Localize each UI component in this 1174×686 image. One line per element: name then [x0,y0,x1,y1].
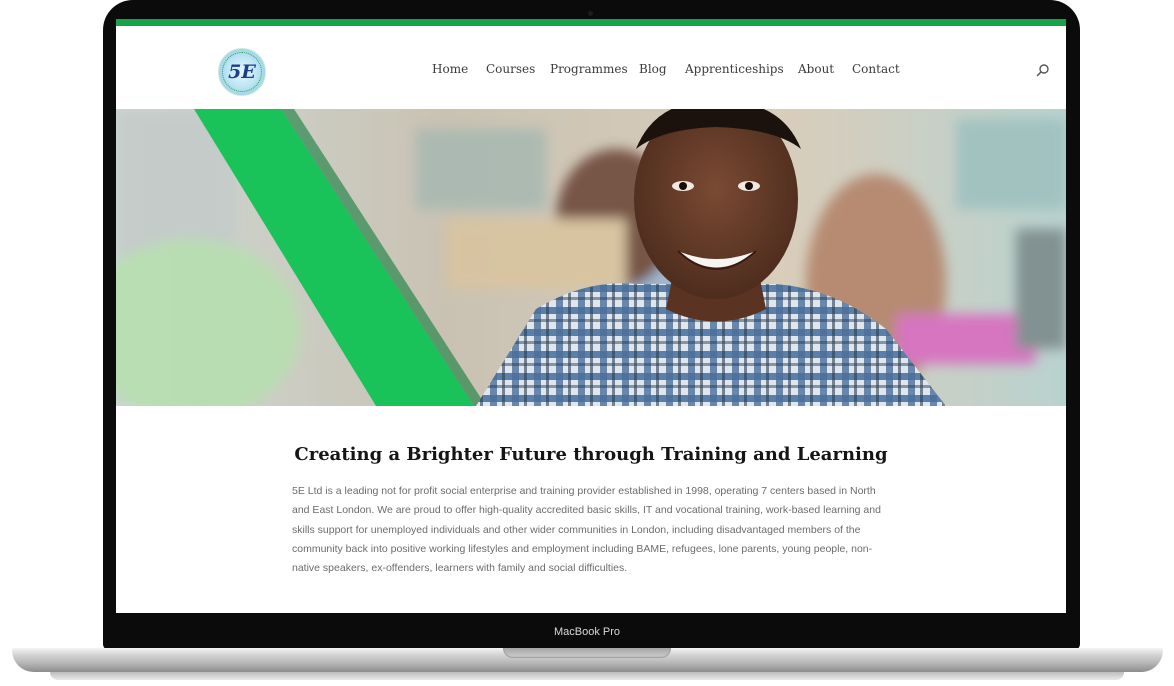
hero-banner [116,109,1066,406]
browser-screen: 5E Home Courses Programmes Blog Apprenti… [116,19,1066,613]
laptop-base-shadow [50,672,1124,680]
laptop-notch [503,648,671,658]
nav-blog[interactable]: Blog [639,62,667,76]
site-header: 5E Home Courses Programmes Blog Apprenti… [116,26,1066,109]
camera-dot [588,11,593,16]
device-label: MacBook Pro [553,626,621,638]
nav-courses[interactable]: Courses [486,62,535,76]
search-icon[interactable] [1036,63,1050,77]
nav-programmes[interactable]: Programmes [550,62,628,76]
logo-text: 5E [228,61,256,83]
site-logo[interactable]: 5E [218,48,266,96]
nav-contact[interactable]: Contact [852,62,900,76]
hero-image [116,109,1066,406]
nav-about[interactable]: About [798,62,834,76]
intro-paragraph: 5E Ltd is a leading not for profit socia… [292,485,881,575]
page-heading: Creating a Brighter Future through Train… [294,444,888,465]
nav-apprenticeships[interactable]: Apprenticeships [685,62,784,76]
top-accent-bar [116,19,1066,26]
nav-home[interactable]: Home [432,62,468,76]
